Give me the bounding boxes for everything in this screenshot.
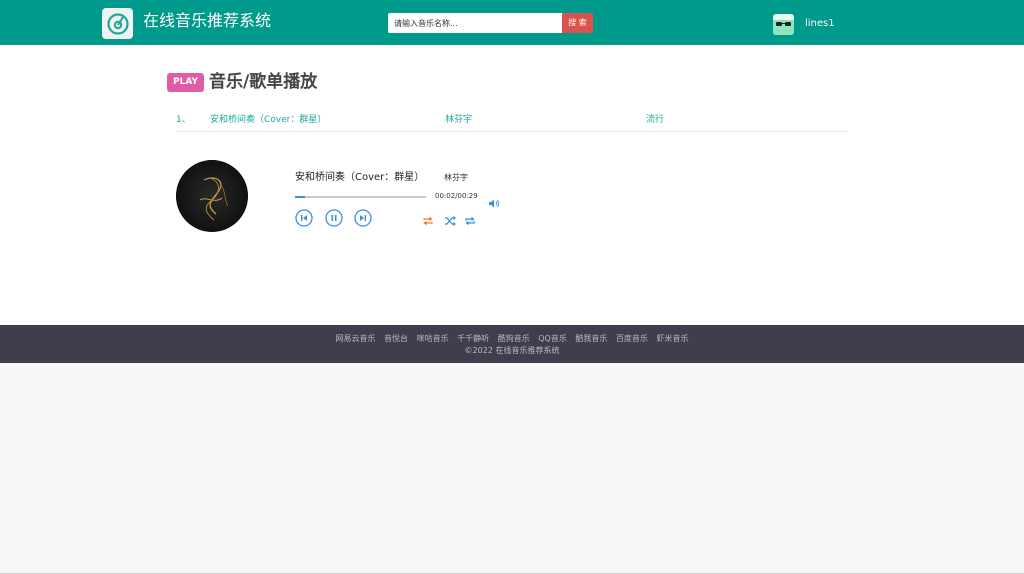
sunglasses-avatar-icon[interactable] — [773, 14, 794, 35]
site-title[interactable]: 在线音乐推荐系统 — [143, 11, 271, 31]
copyright: ©2022 在线音乐推荐系统 — [464, 346, 560, 355]
previous-icon[interactable] — [295, 209, 313, 227]
top-navbar: 在线音乐推荐系统 搜 索 lines1 — [0, 0, 1024, 45]
song-title-link[interactable]: 安和桥间奏（Cover：群星） — [210, 114, 326, 126]
progress-bar[interactable] — [295, 196, 426, 198]
album-cover — [176, 160, 248, 232]
shuffle-icon[interactable] — [444, 216, 456, 226]
search-input[interactable] — [388, 13, 562, 33]
playlist-row[interactable]: 1、 安和桥间奏（Cover：群星） 林芬宇 流行 — [176, 112, 848, 132]
repeat-icon[interactable] — [422, 216, 434, 226]
search-button[interactable]: 搜 索 — [562, 13, 593, 33]
footer-link[interactable]: 百度音乐 — [616, 334, 648, 343]
page-title: 音乐/歌单播放 — [209, 72, 318, 92]
svg-text:1: 1 — [469, 219, 471, 223]
now-playing-artist: 林芬宇 — [444, 173, 468, 182]
song-index: 1、 — [176, 115, 191, 125]
username[interactable]: lines1 — [805, 17, 835, 30]
now-playing-title: 安和桥间奏（Cover：群星） — [295, 172, 425, 183]
pause-icon[interactable] — [325, 209, 343, 227]
time-display: 00:02/00:29 — [435, 192, 478, 200]
footer-link[interactable]: 虾米音乐 — [656, 334, 688, 343]
volume-icon[interactable] — [489, 193, 500, 208]
footer-link[interactable]: 网易云音乐 — [336, 334, 376, 343]
footer-links: 网易云音乐 音悦台 咪咕音乐 千千静听 酷狗音乐 QQ音乐 酷我音乐 百度音乐 … — [0, 333, 1024, 344]
progress-fill — [295, 196, 306, 198]
footer-link[interactable]: QQ音乐 — [538, 334, 567, 343]
footer-link[interactable]: 音悦台 — [384, 334, 408, 343]
song-genre: 流行 — [646, 115, 665, 125]
loop-icon[interactable]: 1 — [464, 216, 476, 226]
footer-link[interactable]: 酷狗音乐 — [498, 334, 530, 343]
footer: 网易云音乐 音悦台 咪咕音乐 千千静听 酷狗音乐 QQ音乐 酷我音乐 百度音乐 … — [0, 325, 1024, 363]
play-badge: PLAY — [167, 73, 204, 92]
music-disc-icon[interactable] — [102, 8, 133, 39]
main-content: PLAY 音乐/歌单播放 1、 安和桥间奏（Cover：群星） 林芬宇 流行 安… — [0, 45, 1024, 325]
footer-link[interactable]: 咪咕音乐 — [417, 334, 449, 343]
song-artist-link[interactable]: 林芬宇 — [445, 114, 472, 126]
footer-link[interactable]: 酷我音乐 — [575, 334, 607, 343]
next-icon[interactable] — [354, 209, 372, 227]
footer-link[interactable]: 千千静听 — [457, 334, 489, 343]
